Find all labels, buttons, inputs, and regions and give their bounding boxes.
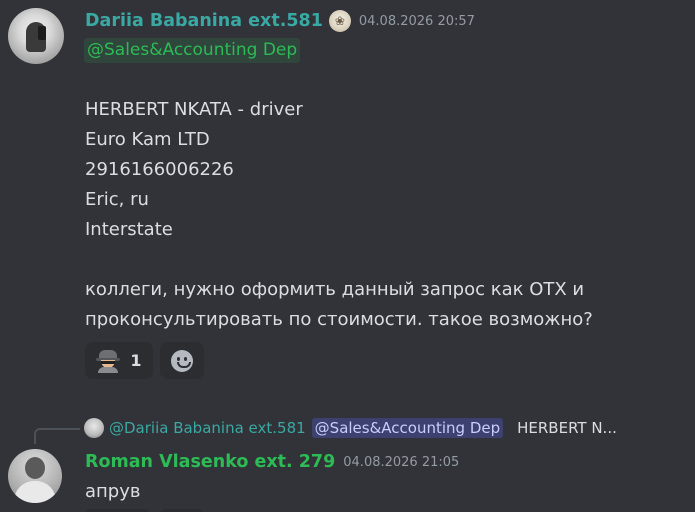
- reply-connector: [34, 428, 80, 444]
- message-line: коллеги, нужно оформить данный запрос ка…: [85, 279, 585, 300]
- message-header: Dariia Babanina ext.581 ❀ 04.08.2026 20:…: [85, 9, 475, 33]
- message-text: апрув: [85, 481, 141, 502]
- reply-preview-text: HERBERT N...: [517, 419, 617, 437]
- avatar-shoulders: [14, 481, 56, 503]
- add-reaction-button[interactable]: [160, 342, 204, 379]
- avatar[interactable]: [8, 449, 62, 503]
- chat-area: Dariia Babanina ext.581 ❀ 04.08.2026 20:…: [0, 0, 695, 512]
- avatar-head: [25, 457, 45, 479]
- author-name[interactable]: Roman Vlasenko ext. 279: [85, 452, 335, 472]
- message-line: Euro Kam LTD: [85, 129, 210, 150]
- reply-avatar: [84, 418, 104, 438]
- reaction-button[interactable]: 1: [85, 342, 153, 379]
- reply-author[interactable]: @Dariia Babanina ext.581: [109, 419, 306, 437]
- avatar[interactable]: [8, 8, 64, 64]
- message-line: Eric, ru: [85, 189, 149, 210]
- role-badge-icon[interactable]: ❀: [328, 10, 351, 32]
- spy-emoji-icon: [96, 349, 121, 373]
- message-line: 2916166006226: [85, 159, 234, 180]
- reply-mention[interactable]: @Sales&Accounting Dep: [311, 418, 504, 438]
- message-header: Roman Vlasenko ext. 279 04.08.2026 21:05: [85, 450, 459, 474]
- message-timestamp: 04.08.2026 21:05: [343, 454, 460, 470]
- avatar-phone: [38, 26, 46, 40]
- reply-preview[interactable]: @Dariia Babanina ext.581 @Sales&Accounti…: [84, 416, 617, 440]
- message-line: HERBERT NKATA - driver: [85, 99, 303, 120]
- reaction-count: 1: [130, 351, 142, 370]
- message-line: Interstate: [85, 219, 173, 240]
- message-line: проконсультировать по стоимости. такое в…: [85, 309, 593, 330]
- author-name[interactable]: Dariia Babanina ext.581: [85, 11, 323, 31]
- add-reaction-icon: [171, 349, 193, 372]
- message-timestamp: 04.08.2026 20:57: [358, 13, 475, 29]
- role-mention[interactable]: @Sales&Accounting Dep: [84, 38, 301, 63]
